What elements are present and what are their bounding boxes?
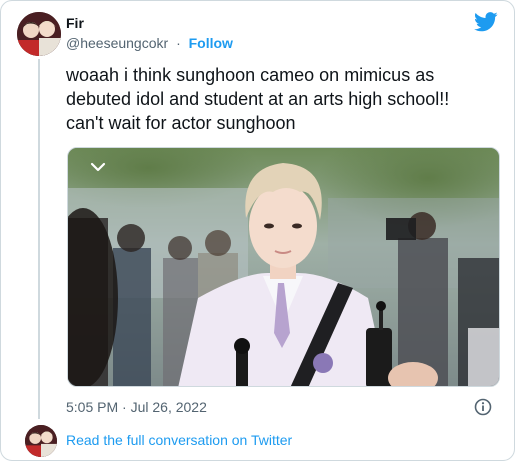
follow-button[interactable]: Follow: [189, 35, 233, 51]
author-handle[interactable]: @heeseungcokr: [66, 35, 168, 51]
embedded-tweet-card: Fir @heeseungcokr · Follow woaah i think…: [0, 0, 515, 461]
author-display-name[interactable]: Fir: [66, 15, 84, 31]
tweet-timestamp[interactable]: 5:05 PM · Jul 26, 2022: [66, 399, 207, 415]
read-full-conversation-link[interactable]: Read the full conversation on Twitter: [66, 432, 292, 448]
separator-dot: ·: [176, 35, 181, 51]
author-handle-row: @heeseungcokr · Follow: [66, 35, 233, 51]
author-avatar-small[interactable]: [25, 425, 57, 457]
thread-line: [38, 59, 40, 419]
chevron-down-icon[interactable]: [90, 162, 106, 172]
info-icon[interactable]: [474, 398, 492, 416]
tweet-media-photo[interactable]: [67, 147, 500, 387]
tweet-text: woaah i think sunghoon cameo on mimicus …: [66, 65, 450, 133]
author-avatar[interactable]: [17, 12, 61, 56]
twitter-bird-icon[interactable]: [474, 12, 498, 32]
